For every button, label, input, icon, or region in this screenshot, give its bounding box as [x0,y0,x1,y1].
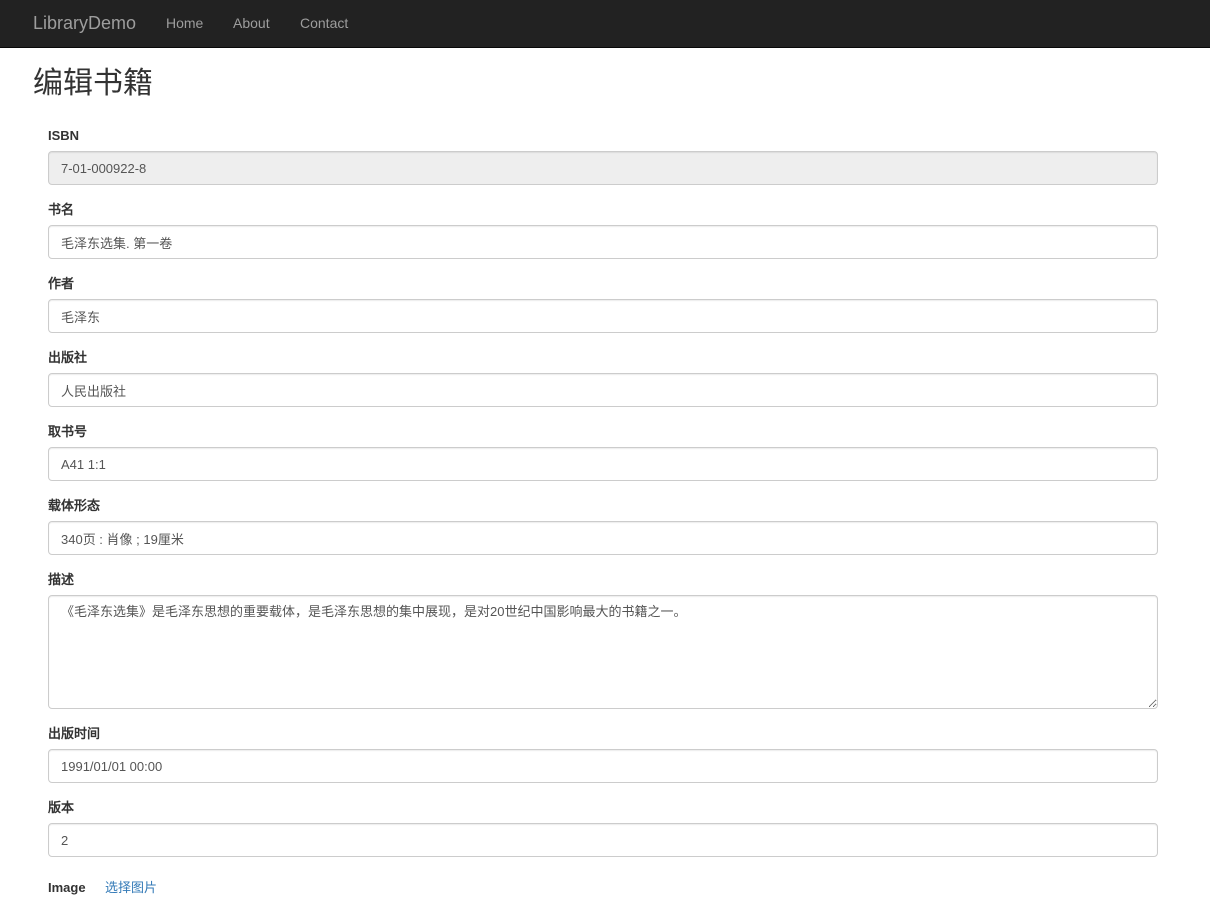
choose-image-link[interactable]: 选择图片 [105,880,157,896]
nav-home-link[interactable]: Home [166,0,203,48]
publisher-label: 出版社 [48,350,88,365]
publish-date-label: 出版时间 [48,726,101,741]
call-number-input[interactable] [48,447,1158,481]
title-input[interactable] [48,225,1158,259]
call-number-label: 取书号 [48,424,88,439]
physical-input[interactable] [48,521,1158,555]
physical-label: 载体形态 [48,498,101,513]
publisher-input[interactable] [48,373,1158,407]
author-input[interactable] [48,299,1158,333]
publish-date-input[interactable] [48,749,1158,783]
image-label: Image [48,880,86,895]
description-textarea[interactable]: 《毛泽东选集》是毛泽东思想的重要载体，是毛泽东思想的集中展现，是对20世纪中国影… [48,595,1158,709]
description-label: 描述 [48,572,75,587]
edition-label: 版本 [48,800,75,815]
edition-input[interactable] [48,823,1158,857]
author-label: 作者 [48,276,75,291]
isbn-input[interactable] [48,151,1158,185]
nav-contact-link[interactable]: Contact [300,0,348,48]
nav-about-link[interactable]: About [233,0,270,48]
navbar: LibraryDemo Home About Contact [0,0,1210,48]
brand-link[interactable]: LibraryDemo [33,0,136,48]
isbn-label: ISBN [48,128,80,143]
title-label: 书名 [48,202,75,217]
page-title: 编辑书籍 [33,67,153,100]
